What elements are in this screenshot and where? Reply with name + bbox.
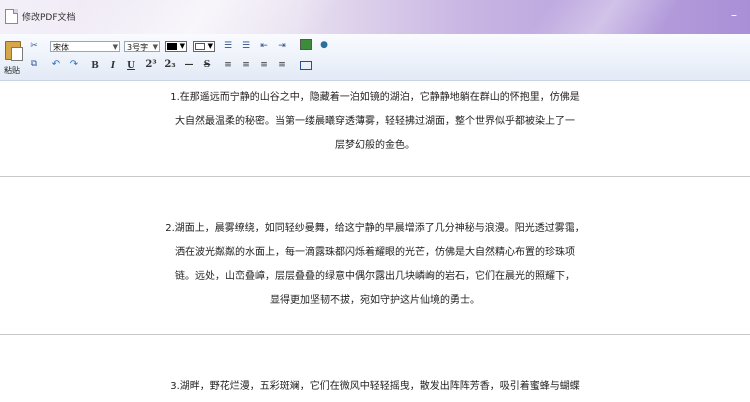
paragraph-line: 3.湖畔，野花烂漫，五彩斑斓，它们在微风中轻轻摇曳，散发出阵阵芳香，吸引着蜜蜂与… bbox=[170, 381, 580, 392]
ordered-list-icon[interactable]: ☰ bbox=[222, 40, 234, 52]
underline-button[interactable]: U bbox=[126, 60, 136, 72]
font-name-select[interactable]: 宋体 ▼ bbox=[50, 41, 120, 52]
paragraph-line: 显得更加坚韧不拔，宛如守护这片仙境的勇士。 bbox=[270, 295, 480, 306]
paragraph-1[interactable]: 1.在那遥远而宁静的山谷之中，隐藏着一泊如镜的湖泊，它静静地躺在群山的怀抱里，仿… bbox=[0, 86, 750, 158]
highlight-color-picker[interactable]: ▼ bbox=[193, 41, 215, 52]
insert-image-icon[interactable] bbox=[300, 39, 312, 50]
chevron-down-icon: ▼ bbox=[207, 42, 213, 50]
horizontal-rule-button[interactable]: — bbox=[183, 59, 195, 71]
paragraph-3[interactable]: 3.湖畔，野花烂漫，五彩斑斓，它们在微风中轻轻摇曳，散发出阵阵芳香，吸引着蜜蜂与… bbox=[0, 375, 750, 399]
redo-icon[interactable]: ↷ bbox=[68, 59, 80, 71]
indent-icon[interactable]: ⇥ bbox=[276, 40, 288, 52]
title-bar: 修改PDF文档 – bbox=[0, 0, 750, 34]
chevron-down-icon: ▼ bbox=[152, 43, 158, 51]
formatting-toolbar: 粘贴 ✂ 宋体 ▼ 3号字 ▼ ▼ ▼ ☰ ☰ ⇤ ⇥ ● ⧉ ↶ ↷ B I … bbox=[0, 34, 750, 81]
paste-button[interactable]: 粘贴 bbox=[2, 38, 24, 76]
chevron-down-icon: ▼ bbox=[112, 43, 118, 51]
outdent-icon[interactable]: ⇤ bbox=[258, 40, 270, 52]
highlight-color-swatch bbox=[195, 43, 205, 50]
paste-label: 粘贴 bbox=[4, 66, 20, 75]
font-name-value: 宋体 bbox=[53, 43, 69, 52]
minimize-button[interactable]: – bbox=[728, 8, 740, 22]
document-icon bbox=[5, 9, 18, 24]
font-size-select[interactable]: 3号字 ▼ bbox=[124, 41, 160, 52]
italic-button[interactable]: I bbox=[108, 60, 118, 72]
insert-table-icon[interactable] bbox=[300, 61, 312, 70]
superscript-button[interactable]: 2³ bbox=[144, 59, 158, 71]
section-divider bbox=[0, 176, 750, 177]
font-size-value: 3号字 bbox=[127, 43, 149, 52]
paragraph-line: 层梦幻般的金色。 bbox=[335, 140, 415, 151]
paragraph-line: 1.在那遥远而宁静的山谷之中，隐藏着一泊如镜的湖泊，它静静地躺在群山的怀抱里，仿… bbox=[170, 92, 580, 103]
align-justify-icon[interactable]: ≡ bbox=[276, 59, 288, 71]
window-title: 修改PDF文档 bbox=[22, 13, 76, 23]
paragraph-line: 大自然最温柔的秘密。当第一缕晨曦穿透薄雾，轻轻拂过湖面，整个世界似乎都被染上了一 bbox=[175, 116, 575, 127]
insert-link-icon[interactable]: ● bbox=[318, 39, 330, 51]
align-center-icon[interactable]: ≡ bbox=[240, 59, 252, 71]
align-right-icon[interactable]: ≡ bbox=[258, 59, 270, 71]
copy-icon[interactable]: ⧉ bbox=[28, 58, 40, 70]
font-color-picker[interactable]: ▼ bbox=[165, 41, 187, 52]
bold-button[interactable]: B bbox=[90, 60, 100, 72]
paragraph-line: 链。远处，山峦叠嶂，层层叠叠的绿意中偶尔露出几块嶙峋的岩石，它们在晨光的照耀下， bbox=[175, 271, 575, 282]
paragraph-2[interactable]: 2.湖面上，晨雾缭绕，如同轻纱曼舞，给这宁静的早晨增添了几分神秘与浪漫。阳光透过… bbox=[0, 217, 750, 313]
paragraph-line: 洒在波光粼粼的水面上，每一滴露珠都闪烁着耀眼的光芒，仿佛是大自然精心布置的珍珠项 bbox=[175, 247, 575, 258]
unordered-list-icon[interactable]: ☰ bbox=[240, 40, 252, 52]
cut-icon[interactable]: ✂ bbox=[28, 40, 40, 52]
section-divider bbox=[0, 334, 750, 335]
paper-icon bbox=[11, 47, 23, 61]
title-bar-highlight bbox=[528, 0, 682, 34]
chevron-down-icon: ▼ bbox=[179, 42, 185, 50]
font-color-swatch bbox=[167, 43, 177, 50]
subscript-button[interactable]: 2₃ bbox=[163, 59, 177, 71]
align-left-icon[interactable]: ≡ bbox=[222, 59, 234, 71]
undo-icon[interactable]: ↶ bbox=[50, 59, 62, 71]
title-bar-highlight bbox=[58, 0, 342, 34]
paragraph-line: 2.湖面上，晨雾缭绕，如同轻纱曼舞，给这宁静的早晨增添了几分神秘与浪漫。阳光透过… bbox=[165, 223, 585, 234]
strikethrough-button[interactable]: S bbox=[202, 59, 212, 71]
